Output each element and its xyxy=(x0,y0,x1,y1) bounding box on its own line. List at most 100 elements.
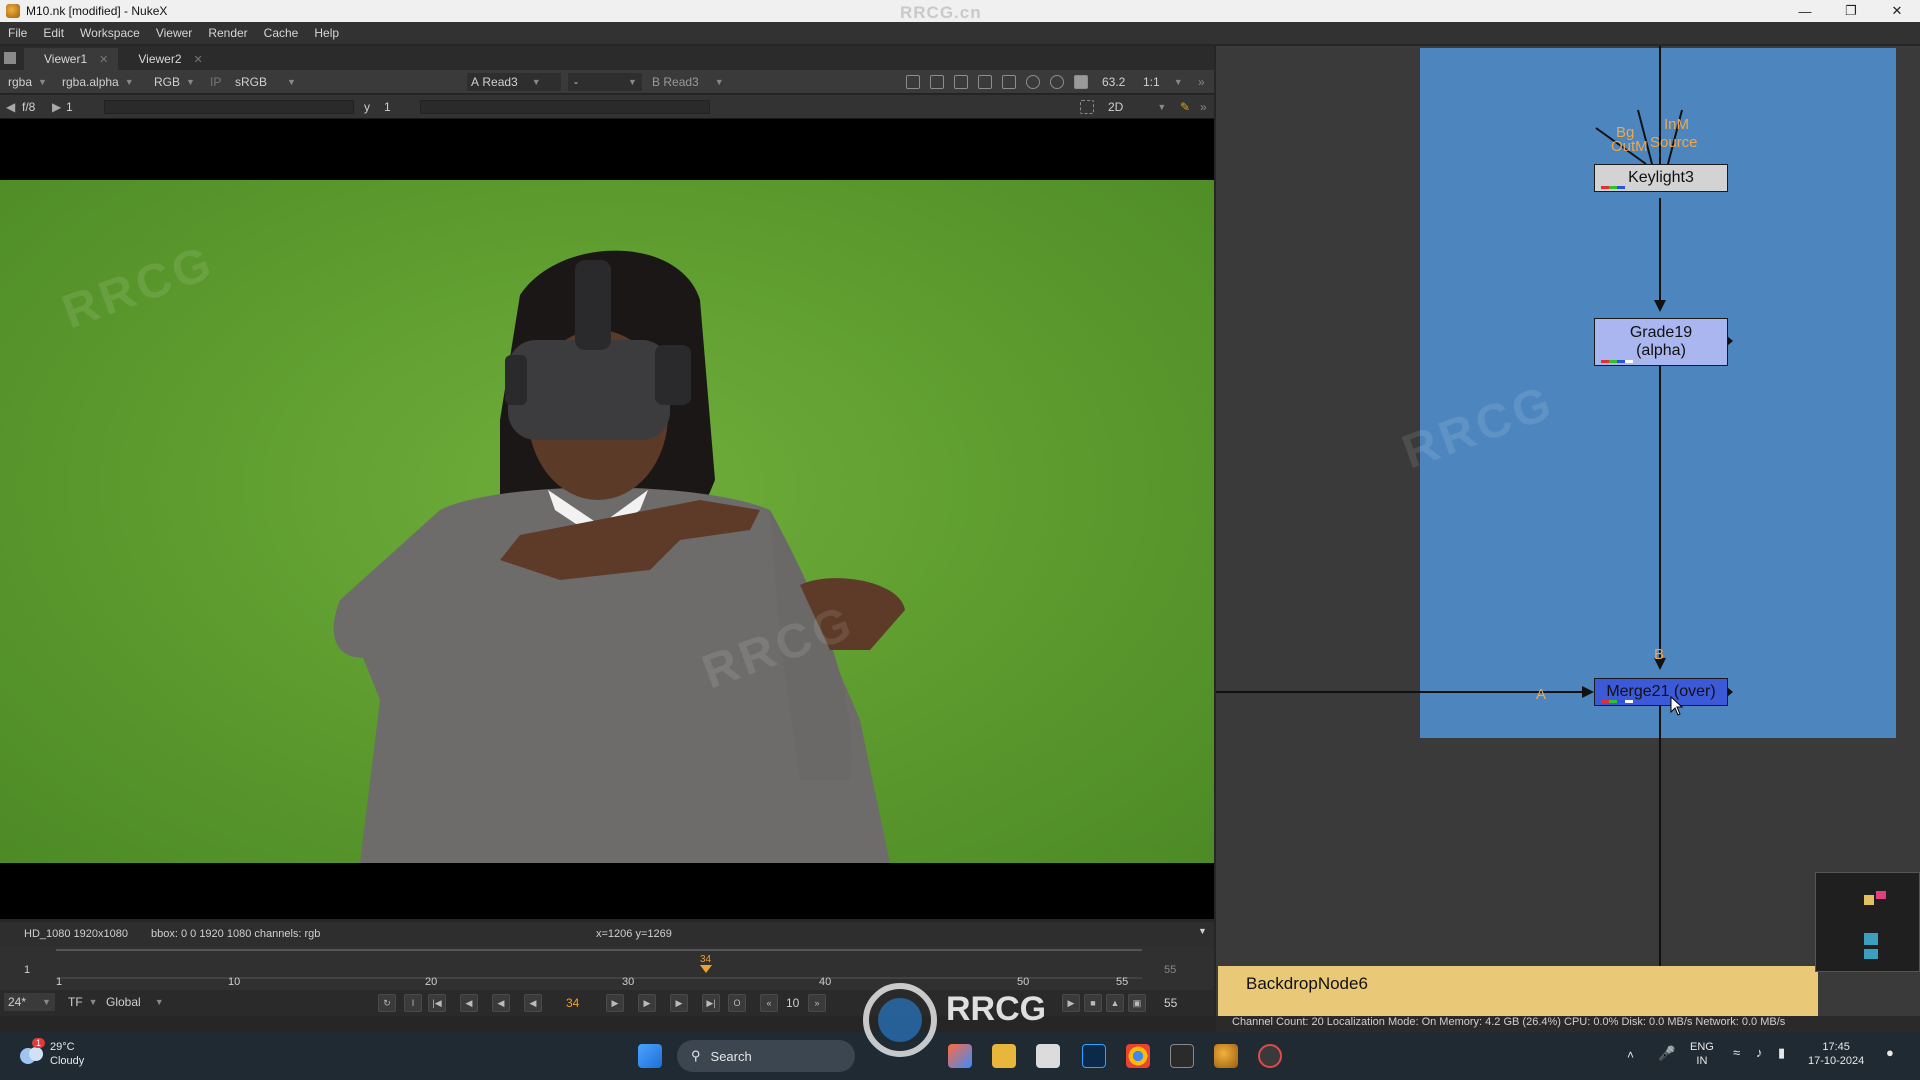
viewer-canvas[interactable] xyxy=(0,119,1214,919)
channels-dropdown[interactable]: rgba ▼ xyxy=(8,73,47,91)
step-increment[interactable]: 10 xyxy=(786,996,799,1010)
menu-edit[interactable]: Edit xyxy=(35,26,72,40)
wifi-icon[interactable]: ≈ xyxy=(1733,1046,1740,1060)
checker-icon[interactable] xyxy=(954,75,968,89)
menu-viewer[interactable]: Viewer xyxy=(148,26,200,40)
loop-icon[interactable]: ↻ xyxy=(378,994,396,1012)
language-indicator[interactable]: ENG IN xyxy=(1690,1040,1714,1068)
first-frame-icon[interactable]: |◀ xyxy=(428,994,446,1012)
backdrop-node[interactable]: BackdropNode6 xyxy=(1218,966,1818,1016)
taskbar-search[interactable]: ⚲ Search xyxy=(677,1040,855,1072)
fstop-value[interactable]: f/8 xyxy=(22,98,35,116)
next-keyframe-icon[interactable]: ▶ xyxy=(670,994,688,1012)
skip-back-icon[interactable]: « xyxy=(760,994,778,1012)
skip-forward-icon[interactable]: » xyxy=(808,994,826,1012)
tab-label: Viewer1 xyxy=(44,52,88,66)
channels-stack-icon[interactable] xyxy=(1002,75,1016,89)
current-frame[interactable]: 34 xyxy=(566,996,579,1010)
gamma-value[interactable]: 1 xyxy=(384,98,391,116)
composite-dropdown[interactable]: - ▼ xyxy=(568,73,642,91)
view-mode-dropdown[interactable]: 2D ▼ xyxy=(1108,98,1166,116)
step-forward-icon[interactable]: ▶ xyxy=(638,994,656,1012)
zoom-dropdown[interactable]: 63.2 xyxy=(1102,73,1125,91)
play-backward-icon[interactable]: ◀ xyxy=(524,994,542,1012)
chevron-down-icon: ▼ xyxy=(88,997,98,1007)
display-dropdown[interactable]: RGB ▼ xyxy=(154,73,195,91)
minimap-node xyxy=(1876,891,1886,899)
ip-button[interactable]: IP xyxy=(210,73,221,91)
paint-brush-icon[interactable]: ✎ xyxy=(1180,98,1190,116)
node-merge[interactable]: Merge21 (over) xyxy=(1594,678,1728,706)
roi-icon[interactable] xyxy=(906,75,920,89)
menu-workspace[interactable]: Workspace xyxy=(72,26,148,40)
menu-help[interactable]: Help xyxy=(306,26,347,40)
playhead[interactable]: 34 xyxy=(700,954,712,973)
gain-slider[interactable] xyxy=(104,100,354,114)
close-button[interactable]: ✕ xyxy=(1874,0,1920,22)
gamma-slider[interactable] xyxy=(420,100,710,114)
refresh-icon[interactable] xyxy=(1026,75,1040,89)
last-frame-icon[interactable]: ▶| xyxy=(702,994,720,1012)
microphone-icon[interactable]: 🎤 xyxy=(1658,1046,1675,1060)
chevron-up-icon[interactable]: ˄ xyxy=(1627,1048,1634,1062)
proxy-icon[interactable] xyxy=(930,75,944,89)
out-point-icon[interactable]: O xyxy=(728,994,746,1012)
step-back-icon[interactable]: ◀ xyxy=(492,994,510,1012)
expand-arrow-icon[interactable]: ▼ xyxy=(1198,926,1207,936)
menu-file[interactable]: File xyxy=(0,26,35,40)
clock[interactable]: 17:45 17-10-2024 xyxy=(1808,1040,1864,1068)
layer-dropdown[interactable]: rgba.alpha ▼ xyxy=(62,73,134,91)
restore-button[interactable]: ❐ xyxy=(1828,0,1874,22)
notifications-icon[interactable]: ● xyxy=(1886,1046,1894,1060)
play-forward-icon[interactable]: ▶ xyxy=(606,994,624,1012)
viewer-controls: ◀ f/8 ▶ 1 y 1 2D ▼ ✎ » xyxy=(0,95,1214,119)
status-bar: Channel Count: 20 Localization Mode: On … xyxy=(1216,1016,1920,1032)
input-b-dropdown[interactable]: B Read3 ▼ xyxy=(650,73,742,91)
more-options-icon[interactable]: » xyxy=(1198,73,1205,91)
node-graph[interactable]: Bg InM OutM Source Keylight3 Grade19 (al… xyxy=(1216,46,1920,1016)
close-tab-icon[interactable]: ✕ xyxy=(194,53,203,66)
render-icon[interactable]: ▣ xyxy=(1128,994,1146,1012)
more-options-icon[interactable]: » xyxy=(1200,98,1207,116)
battery-icon[interactable]: ▮ xyxy=(1778,1046,1785,1060)
lut-dropdown[interactable]: sRGB ▼ xyxy=(235,73,296,91)
node-grade[interactable]: Grade19 (alpha) xyxy=(1594,318,1728,366)
chrome-icon[interactable] xyxy=(1126,1044,1150,1068)
end-frame[interactable]: 55 xyxy=(1164,996,1177,1010)
terminal-icon[interactable] xyxy=(1170,1044,1194,1068)
minimize-button[interactable]: — xyxy=(1782,0,1828,22)
app-record-icon[interactable] xyxy=(1258,1044,1282,1068)
overlay-icon[interactable] xyxy=(978,75,992,89)
node-keylight[interactable]: Keylight3 xyxy=(1594,164,1728,192)
close-tab-icon[interactable]: ✕ xyxy=(99,53,108,66)
tf-dropdown[interactable]: TF ▼ xyxy=(68,993,98,1011)
windows-start-icon[interactable] xyxy=(638,1044,662,1068)
tab-viewer2[interactable]: Viewer2 ✕ xyxy=(118,48,212,70)
in-point-icon[interactable]: I xyxy=(404,994,422,1012)
prev-keyframe-icon[interactable]: ◀ xyxy=(460,994,478,1012)
gain-value[interactable]: 1 xyxy=(66,98,73,116)
ratio-dropdown[interactable]: 1:1 ▼ xyxy=(1143,73,1183,91)
layer-value: rgba.alpha xyxy=(62,75,119,89)
weather-widget[interactable]: 29°C Cloudy xyxy=(50,1040,84,1068)
scope-dropdown[interactable]: Global ▼ xyxy=(106,993,164,1011)
tab-viewer1[interactable]: Viewer1 ✕ xyxy=(24,48,119,70)
clock-date: 17-10-2024 xyxy=(1808,1055,1865,1067)
settings-gear-icon[interactable] xyxy=(1050,75,1064,89)
chevron-down-icon: ▼ xyxy=(1157,102,1167,112)
pane-menu-icon[interactable] xyxy=(4,52,16,64)
fstop-left-arrow-icon[interactable]: ◀ xyxy=(6,98,15,116)
pause-icon[interactable] xyxy=(1074,75,1088,89)
region-icon[interactable] xyxy=(1080,100,1094,114)
nuke-taskbar-icon[interactable] xyxy=(1214,1044,1238,1068)
fstop-right-arrow-icon[interactable]: ▶ xyxy=(52,98,61,116)
node-graph-minimap[interactable] xyxy=(1815,872,1920,972)
volume-icon[interactable]: ♪ xyxy=(1756,1046,1763,1060)
menu-render[interactable]: Render xyxy=(200,26,255,40)
input-a-dropdown[interactable]: A Read3 ▼ xyxy=(467,73,561,91)
node-connections xyxy=(1216,46,1733,1008)
tab-label: Viewer2 xyxy=(138,52,182,66)
fps-dropdown[interactable]: 24* ▼ xyxy=(4,993,55,1011)
weather-icon[interactable]: 1 xyxy=(18,1038,46,1066)
menu-cache[interactable]: Cache xyxy=(256,26,307,40)
